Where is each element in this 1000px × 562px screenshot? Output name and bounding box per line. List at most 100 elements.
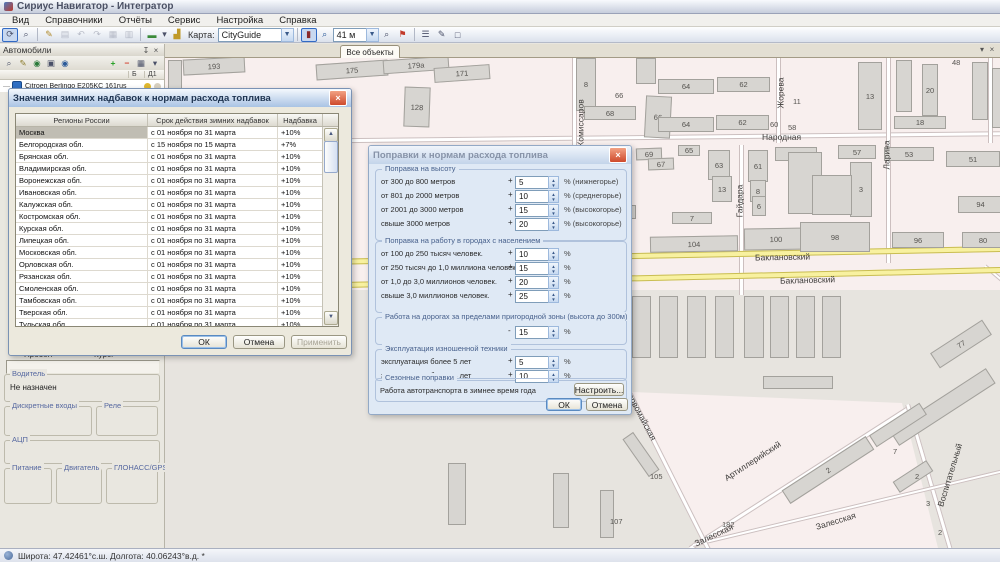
table-row[interactable]: Брянская обл.с 01 ноября по 31 марта+10%	[16, 151, 338, 163]
correction-value-input[interactable]: 20	[515, 218, 549, 231]
spinner-arrows-icon[interactable]: ▲▼	[548, 262, 559, 275]
table-row[interactable]: Липецкая обл.с 01 ноября по 31 марта+10%	[16, 235, 338, 247]
menu-item-4[interactable]: Настройка	[208, 15, 271, 26]
close-tab-icon[interactable]: ×	[987, 45, 997, 54]
winter-dialog-close-icon[interactable]: ×	[329, 90, 347, 106]
correction-value-input[interactable]: 15	[515, 326, 549, 339]
spinner-arrows-icon[interactable]: ▲▼	[548, 276, 559, 289]
tab-scroll-icon[interactable]: ▾	[977, 45, 987, 54]
winter-table-scrollbar[interactable]: ▲ ▼	[322, 127, 338, 326]
scroll-down-icon[interactable]: ▼	[324, 311, 338, 325]
refresh-icon[interactable]: ⟳	[2, 28, 18, 42]
table-row[interactable]: Костромская обл.с 01 ноября по 31 марта+…	[16, 211, 338, 223]
correction-value-input[interactable]: 15	[515, 204, 549, 217]
table-row[interactable]: Смоленская обл.с 01 ноября по 31 марта+1…	[16, 283, 338, 295]
view-mode-arrow-icon[interactable]: ▾	[148, 57, 162, 69]
add-vehicle-icon[interactable]: +	[106, 57, 120, 69]
winter-column-2[interactable]: Надбавка	[278, 114, 323, 126]
table-row[interactable]: Тверская обл.с 01 ноября по 31 марта+10%	[16, 307, 338, 319]
view-mode-icon[interactable]: ▦	[134, 57, 148, 69]
table-row[interactable]: Ивановская обл.с 01 ноября по 31 марта+1…	[16, 187, 338, 199]
checkbox-icon[interactable]: □	[450, 28, 466, 42]
table-row[interactable]: Воронежская обл.с 01 ноября по 31 марта+…	[16, 175, 338, 187]
spinner-arrows-icon[interactable]: ▲▼	[548, 204, 559, 217]
map-select-arrow-icon[interactable]: ▼	[281, 28, 294, 42]
close-panel-icon[interactable]: ×	[151, 46, 161, 55]
winter-cell: Липецкая обл.	[16, 235, 148, 247]
corrections-cancel-button[interactable]: Отмена	[586, 398, 628, 411]
remove-vehicle-icon[interactable]: −	[120, 57, 134, 69]
winter-cell: +10%	[278, 259, 323, 271]
table-row[interactable]: Тамбовская обл.с 01 ноября по 31 марта+1…	[16, 295, 338, 307]
menu-item-5[interactable]: Справка	[271, 15, 324, 26]
seasonal-configure-button[interactable]: Настроить...	[574, 383, 624, 396]
winter-column-1[interactable]: Срок действия зимних надбавок	[148, 114, 278, 126]
spinner-arrows-icon[interactable]: ▲▼	[548, 218, 559, 231]
table-row[interactable]: Орловская обл.с 01 ноября по 31 марта+10…	[16, 259, 338, 271]
table-row[interactable]: Московская обл.с 01 ноября по 31 марта+1…	[16, 247, 338, 259]
search-vehicles-icon[interactable]: ⌕	[2, 57, 16, 69]
layers-icon[interactable]: ▥	[121, 28, 137, 42]
grid-icon[interactable]: ▦	[105, 28, 121, 42]
redo-icon[interactable]: ↷	[89, 28, 105, 42]
corrections-dialog-close-icon[interactable]: ×	[609, 147, 627, 163]
world-icon[interactable]: ◉	[58, 57, 72, 69]
undo-icon[interactable]: ↶	[73, 28, 89, 42]
spinner-arrows-icon[interactable]: ▲▼	[548, 290, 559, 303]
table-row[interactable]: Тульская обл.с 01 ноября по 31 марта+10%	[16, 319, 338, 327]
correction-value-input[interactable]: 10	[515, 248, 549, 261]
winter-apply-button[interactable]: Применить	[291, 335, 347, 349]
correction-value-input[interactable]: 15	[515, 262, 549, 275]
camera-icon[interactable]: ▣	[44, 57, 58, 69]
scroll-up-icon[interactable]: ▲	[324, 128, 338, 142]
menu-item-3[interactable]: Сервис	[160, 15, 209, 26]
pin-icon[interactable]: ↧	[141, 46, 151, 55]
route-icon[interactable]: ⚑	[395, 28, 411, 42]
notes-icon[interactable]: ✎	[434, 28, 450, 42]
search-icon[interactable]: ⌕	[18, 28, 34, 42]
table-row[interactable]: Рязанская обл.с 01 ноября по 31 марта+10…	[16, 271, 338, 283]
spinner-arrows-icon[interactable]: ▲▼	[548, 248, 559, 261]
scale-select-arrow-icon[interactable]: ▼	[366, 28, 379, 42]
map-building: 6	[752, 196, 766, 216]
correction-value-input[interactable]: 20	[515, 276, 549, 289]
chart-icon[interactable]: ▟	[169, 28, 185, 42]
menu-item-1[interactable]: Справочники	[37, 15, 111, 26]
winter-cancel-button[interactable]: Отмена	[233, 335, 285, 349]
map-building	[448, 463, 466, 525]
spinner-arrows-icon[interactable]: ▲▼	[548, 190, 559, 203]
zoom-out-icon[interactable]: ⌕	[379, 28, 395, 42]
menu-item-2[interactable]: Отчёты	[111, 15, 160, 26]
column-d1[interactable]: Д1	[144, 71, 166, 78]
spinner-arrows-icon[interactable]: ▲▼	[548, 326, 559, 339]
correction-value-input[interactable]: 25	[515, 290, 549, 303]
menu-item-0[interactable]: Вид	[4, 15, 37, 26]
spinner-arrows-icon[interactable]: ▲▼	[548, 176, 559, 189]
tab-all-objects[interactable]: Все объекты	[340, 45, 400, 59]
scale-select[interactable]: 41 м	[333, 28, 367, 42]
vehicle-icon[interactable]: ▬	[144, 28, 160, 42]
correction-value-input[interactable]: 10	[515, 190, 549, 203]
scrollbar-thumb[interactable]	[324, 141, 338, 173]
table-row[interactable]: Калужская обл.с 01 ноября по 31 марта+10…	[16, 199, 338, 211]
table-row[interactable]: Белгородская обл.с 15 ноября по 15 марта…	[16, 139, 338, 151]
correction-value-input[interactable]: 5	[515, 176, 549, 189]
correction-value-input[interactable]: 5	[515, 356, 549, 369]
traffic-light-icon[interactable]: ▮	[301, 28, 317, 42]
map-select[interactable]: CityGuide	[218, 28, 282, 42]
table-row[interactable]: Владимирская обл.с 01 ноября по 31 марта…	[16, 163, 338, 175]
table-row[interactable]: Курская обл.с 01 ноября по 31 марта+10%	[16, 223, 338, 235]
edit-icon[interactable]: ✎	[41, 28, 57, 42]
corrections-ok-button[interactable]: ОК	[546, 398, 582, 411]
map-building: 98	[800, 222, 870, 252]
table-row[interactable]: Москвас 01 ноября по 31 марта+10%	[16, 127, 338, 139]
spinner-arrows-icon[interactable]: ▲▼	[548, 356, 559, 369]
winter-ok-button[interactable]: ОК	[181, 335, 227, 349]
vehicle-dropdown-icon[interactable]: ▾	[160, 28, 169, 42]
edit-vehicle-icon[interactable]: ✎	[16, 57, 30, 69]
zoom-in-icon[interactable]: ⌕	[317, 28, 333, 42]
table-icon[interactable]: ▤	[57, 28, 73, 42]
list-icon[interactable]: ☰	[418, 28, 434, 42]
winter-column-0[interactable]: Регионы России	[16, 114, 148, 126]
globe-icon[interactable]: ◉	[30, 57, 44, 69]
